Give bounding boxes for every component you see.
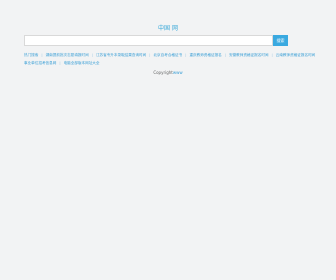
hot-link[interactable]: 热门搜索 [24, 53, 43, 57]
search-input[interactable] [24, 35, 273, 46]
hot-links-row-1: 热门搜索湖南提前批次志愿填报时间江苏省专升本录取结果查询时间北京自考合格证书重庆… [24, 51, 315, 59]
hot-link[interactable]: 北京自考合格证书 [153, 53, 186, 57]
hot-link[interactable]: 事业单位招考信息网 [24, 61, 61, 65]
hot-link[interactable]: 江苏省专升本录取结果查询时间 [96, 53, 151, 57]
hot-links: 热门搜索湖南提前批次志愿填报时间江苏省专升本录取结果查询时间北京自考合格证书重庆… [24, 51, 315, 67]
search-button[interactable]: 搜索 [273, 35, 288, 46]
hot-link[interactable]: 湖南提前批次志愿填报时间 [46, 53, 93, 57]
copyright-text: Copyright [153, 70, 173, 75]
hot-link[interactable]: 电脑全部版本网址大全 [64, 61, 103, 65]
search-bar: 搜索 [24, 35, 288, 46]
footer-copyright: Copyrightwww [0, 70, 336, 75]
hot-links-row-2: 事业单位招考信息网电脑全部版本网址大全 [24, 59, 314, 67]
hot-link[interactable]: 云南教师资格证报名时间 [276, 53, 319, 57]
site-title[interactable]: 中国 网 [0, 23, 336, 32]
copyright-site-link[interactable]: www [173, 70, 183, 75]
hot-link[interactable]: 重庆教师资格证报名 [189, 53, 226, 57]
hot-link[interactable]: 安徽教师资格证报名时间 [229, 53, 273, 57]
